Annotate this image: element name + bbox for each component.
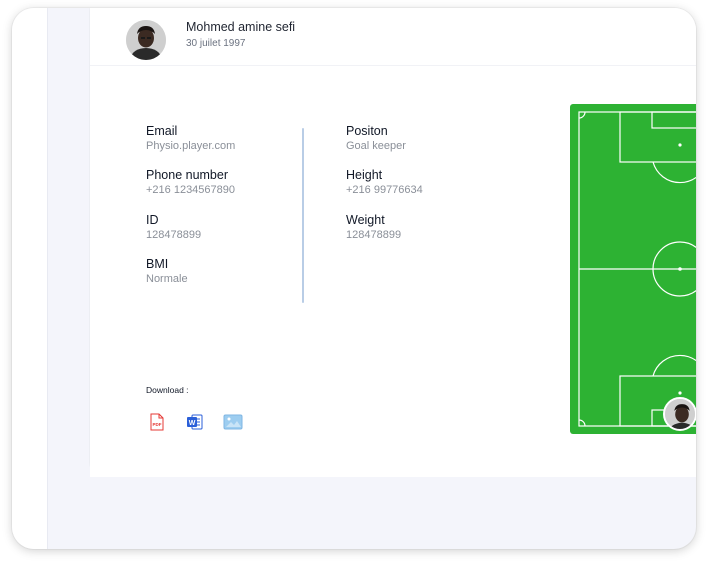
id-value: 128478899 — [146, 229, 202, 241]
bmi-value: Normale — [146, 273, 188, 285]
word-icon[interactable]: W — [186, 413, 204, 431]
download-label: Download : — [146, 385, 189, 395]
avatar[interactable] — [126, 20, 166, 60]
player-birthdate: 30 juilet 1997 — [186, 38, 246, 49]
weight-value: 128478899 — [346, 229, 402, 241]
pdf-icon[interactable]: PDF — [148, 413, 166, 431]
player-name: Mohmed amine sefi — [186, 20, 296, 34]
pitch-lines — [578, 111, 696, 427]
player-header: Mohmed amine sefi 30 juilet 1997 — [90, 8, 696, 66]
position-label: Positon — [346, 124, 388, 138]
image-icon[interactable] — [223, 413, 243, 431]
svg-text:W: W — [189, 420, 196, 427]
bmi-label: BMI — [146, 257, 169, 271]
email-value: Physio.player.com — [146, 140, 236, 152]
player-card: Mohmed amine sefi 30 juilet 1997 Email P… — [89, 8, 696, 477]
id-label: ID — [146, 213, 159, 227]
football-pitch — [570, 104, 696, 434]
weight-label: Weight — [346, 213, 385, 227]
app-window: Mohmed amine sefi 30 juilet 1997 Email P… — [12, 8, 696, 549]
player-details: Email Physio.player.com Phone number +21… — [90, 66, 696, 477]
svg-text:PDF: PDF — [153, 422, 162, 427]
column-divider — [302, 128, 304, 303]
email-label: Email — [146, 124, 178, 138]
phone-value: +216 1234567890 — [146, 184, 236, 196]
phone-label: Phone number — [146, 168, 229, 182]
position-value: Goal keeper — [346, 140, 406, 152]
player-marker-avatar[interactable] — [663, 397, 696, 431]
avatar-photo — [126, 20, 166, 60]
player-marker-photo — [665, 399, 695, 429]
height-label: Height — [346, 168, 383, 182]
height-value: +216 99776634 — [346, 184, 423, 196]
sidebar — [12, 8, 48, 549]
